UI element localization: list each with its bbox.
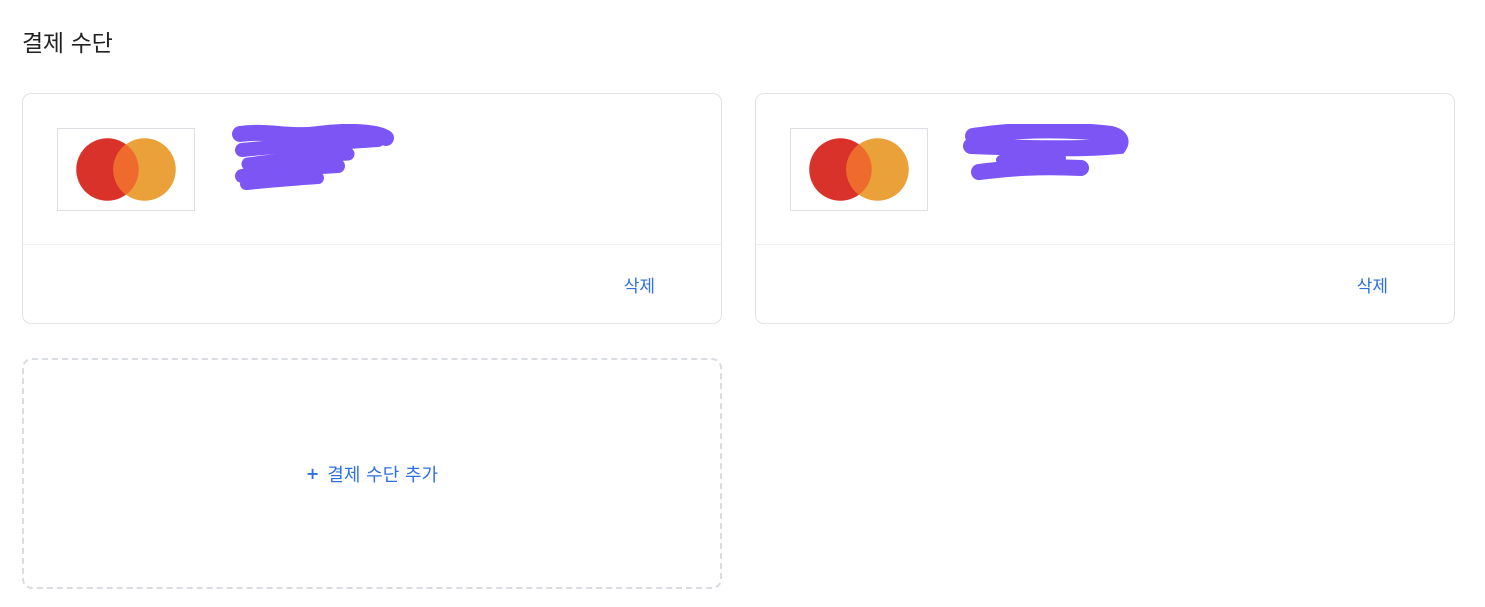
card-details-redacted <box>961 124 1141 204</box>
mastercard-icon <box>790 128 928 211</box>
card-details-redacted <box>228 124 408 204</box>
card-divider <box>756 244 1454 245</box>
delete-button[interactable]: 삭제 <box>1357 272 1388 297</box>
redaction-scribble <box>232 124 394 190</box>
payment-method-card: 삭제 <box>755 93 1455 324</box>
card-summary <box>756 94 1454 245</box>
add-payment-method-button[interactable]: + 결제 수단 추가 <box>22 358 722 589</box>
card-summary <box>23 94 721 245</box>
card-divider <box>23 244 721 245</box>
mastercard-icon <box>57 128 195 211</box>
add-payment-method-label: + 결제 수단 추가 <box>306 461 438 487</box>
page-title: 결제 수단 <box>22 31 113 57</box>
redaction-scribble <box>963 124 1129 180</box>
plus-icon: + <box>305 463 320 483</box>
delete-button[interactable]: 삭제 <box>624 272 655 297</box>
add-payment-method-text: 결제 수단 추가 <box>327 464 439 486</box>
payment-method-card: 삭제 <box>22 93 722 324</box>
